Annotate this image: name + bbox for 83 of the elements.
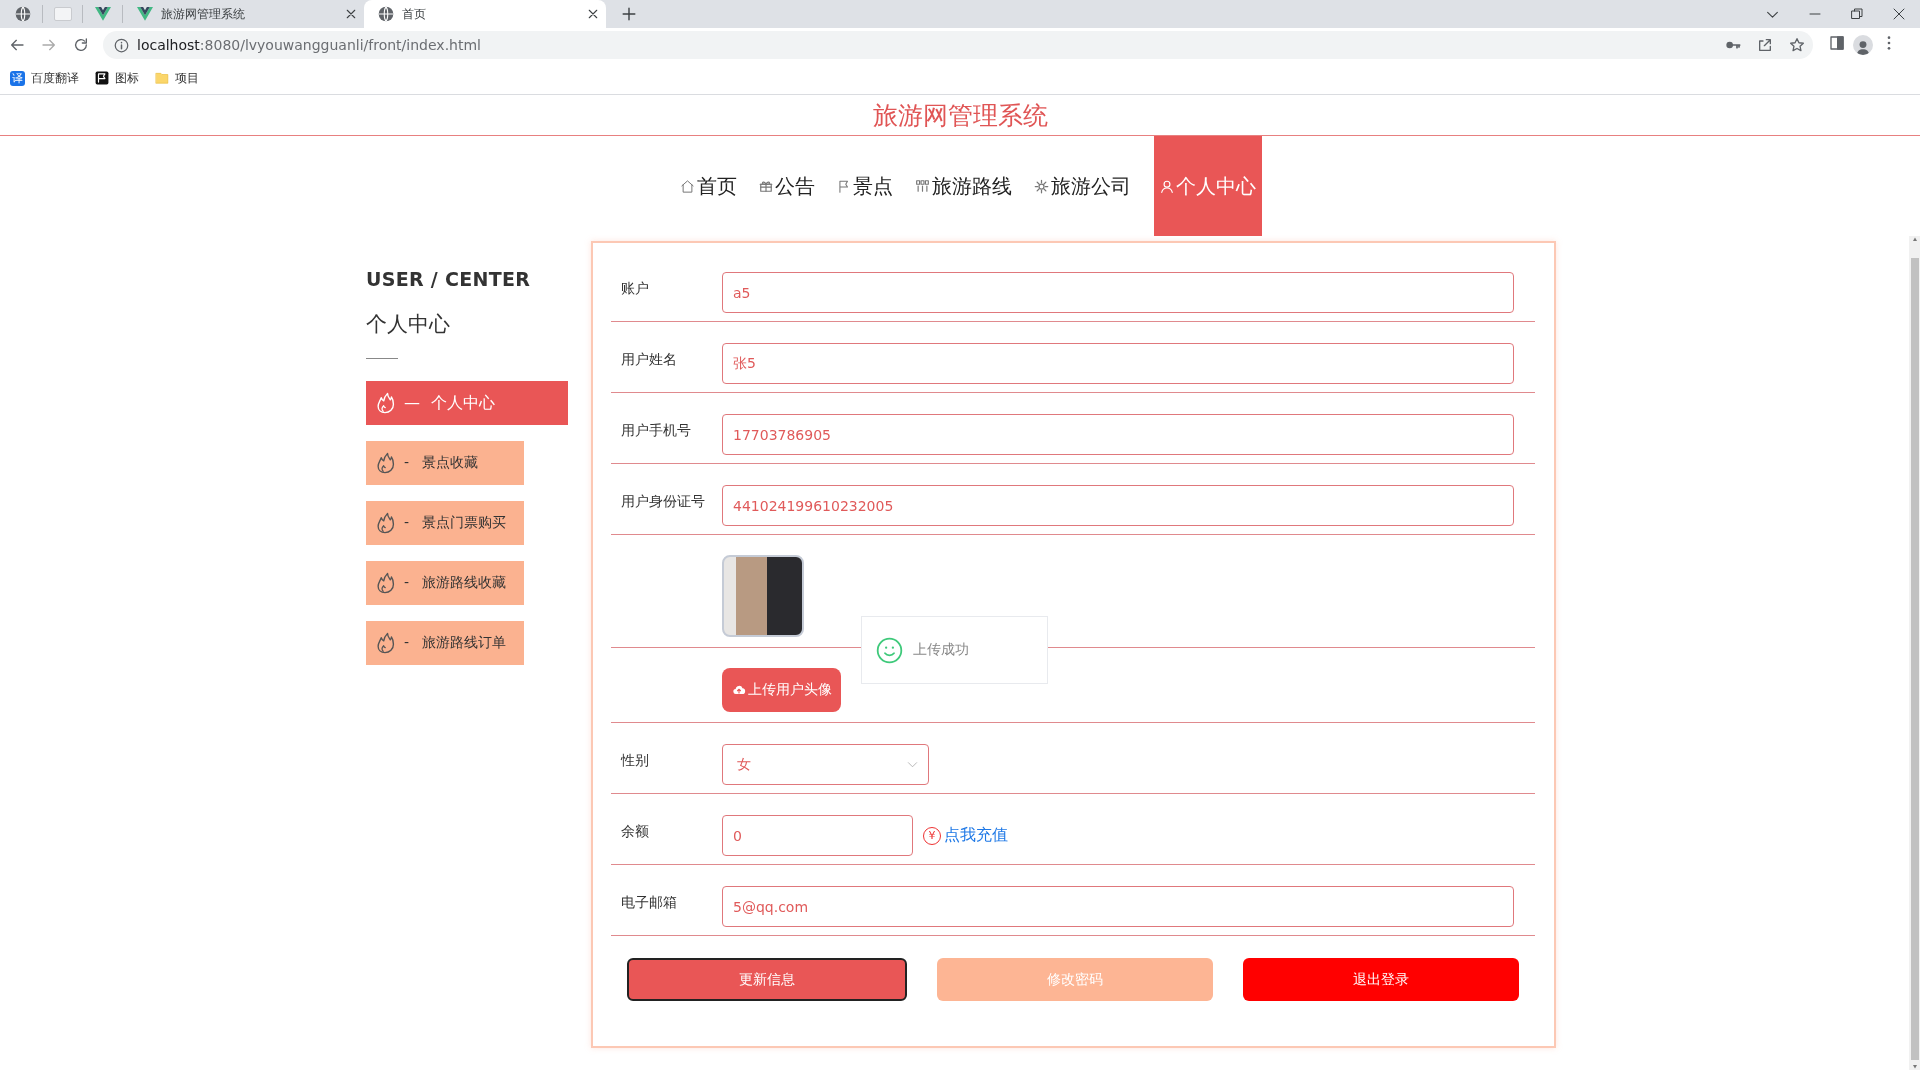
- input-field[interactable]: 张5: [722, 343, 1514, 384]
- nav-item[interactable]: 旅游公司: [1024, 136, 1140, 236]
- section-heading: 个人中心: [366, 311, 450, 338]
- recharge-link[interactable]: 点我充值: [944, 825, 1008, 846]
- sidebar-item[interactable]: - 景点收藏: [366, 441, 524, 485]
- house-icon: [679, 178, 695, 194]
- tab-title: 首页: [402, 5, 427, 23]
- field-label: 用户姓名: [620, 350, 678, 369]
- close-icon[interactable]: [588, 9, 598, 19]
- bookmark[interactable]: 项目: [155, 69, 199, 87]
- input-field[interactable]: a5: [722, 272, 1514, 313]
- flag-icon: [95, 71, 109, 85]
- field-label: 性别: [619, 751, 650, 770]
- flame-icon: [374, 571, 396, 595]
- bookmark[interactable]: 图标: [95, 69, 139, 87]
- action-button[interactable]: 退出登录: [1243, 958, 1519, 1001]
- flag-icon: [836, 178, 851, 194]
- input-field[interactable]: 0: [722, 815, 913, 856]
- input-field[interactable]: 17703786905: [722, 414, 1514, 455]
- blank-page-icon: [53, 7, 72, 21]
- sidebar-item[interactable]: - 旅游路线订单: [366, 621, 524, 665]
- bookmark[interactable]: 译 百度翻译: [10, 69, 79, 87]
- back-icon[interactable]: [9, 37, 25, 53]
- toast-text: 上传成功: [913, 641, 969, 659]
- globe-icon: [14, 6, 31, 22]
- field-label: 用户手机号: [620, 421, 692, 440]
- input-field[interactable]: 5@qq.com: [722, 886, 1514, 927]
- tab-title: 旅游网管理系统: [161, 5, 246, 23]
- address-bar[interactable]: localhost:8080/lvyouwangguanli/front/index.html: [103, 31, 1813, 59]
- globe-icon: [378, 6, 394, 22]
- profile-icon[interactable]: [1853, 35, 1873, 55]
- flame-icon: [374, 451, 396, 475]
- field-label: 余额: [620, 822, 650, 841]
- nav-item[interactable]: 景点: [827, 136, 902, 236]
- flame-icon: [374, 511, 396, 535]
- plus-icon[interactable]: [622, 7, 636, 21]
- nav-item[interactable]: 首页: [670, 136, 746, 236]
- v-logo-icon: [137, 7, 153, 21]
- reload-icon[interactable]: [73, 37, 89, 53]
- scrollbar[interactable]: [1909, 236, 1920, 1070]
- translate-icon: 译: [10, 70, 25, 86]
- nav-item[interactable]: 个人中心: [1153, 136, 1262, 236]
- close-icon[interactable]: [1893, 8, 1905, 20]
- sidebar-icon[interactable]: [1829, 35, 1845, 51]
- select-field[interactable]: 女: [722, 744, 929, 785]
- url-text: localhost:8080/lvyouwangguanli/front/index.html: [137, 37, 481, 53]
- chevron-down-icon: [907, 759, 918, 770]
- close-icon[interactable]: [346, 9, 356, 19]
- bookmark-label: 项目: [175, 69, 199, 87]
- user-icon: [1159, 178, 1174, 194]
- section-heading-en: USER / CENTER: [366, 268, 531, 290]
- bookmark-label: 百度翻译: [31, 69, 79, 87]
- action-button[interactable]: 更新信息: [627, 958, 907, 1001]
- cloud-upload-icon: [731, 684, 746, 696]
- smiley-icon: [876, 636, 903, 664]
- sunburst-icon: [1033, 178, 1049, 194]
- star-icon[interactable]: [1789, 37, 1805, 53]
- bookmark-label: 图标: [115, 69, 139, 87]
- share-icon[interactable]: [1757, 37, 1773, 53]
- browser-tab[interactable]: 旅游网管理系统: [125, 0, 364, 28]
- flame-icon: [374, 631, 396, 655]
- upload-button[interactable]: 上传用户头像: [722, 668, 841, 712]
- scrollbar-thumb[interactable]: [1910, 258, 1919, 1060]
- sidebar-item[interactable]: - 景点门票购买: [366, 501, 524, 545]
- nav-item[interactable]: 旅游路线: [905, 136, 1021, 236]
- scroll-up-icon[interactable]: [1910, 236, 1919, 242]
- info-icon[interactable]: [114, 37, 129, 53]
- browser-tab[interactable]: 首页: [364, 0, 606, 28]
- folder-icon: [155, 71, 169, 85]
- v-logo-icon: [94, 7, 111, 21]
- input-field[interactable]: 441024199610232005: [722, 485, 1514, 526]
- site-title: 旅游网管理系统: [0, 95, 1920, 136]
- field-label: 账户: [620, 279, 650, 298]
- field-label: 用户身份证号: [620, 492, 706, 511]
- nav-item[interactable]: 公告: [749, 136, 824, 236]
- scroll-down-icon[interactable]: [1910, 1064, 1919, 1070]
- sidebar-item[interactable]: — 个人中心: [366, 381, 568, 425]
- gift-icon: [758, 179, 773, 193]
- sidebar-item[interactable]: - 旅游路线收藏: [366, 561, 524, 605]
- flame-icon: [374, 391, 396, 415]
- restore-icon[interactable]: [1851, 8, 1863, 20]
- field-label: 电子邮箱: [620, 893, 678, 912]
- grid-icon: [914, 179, 930, 193]
